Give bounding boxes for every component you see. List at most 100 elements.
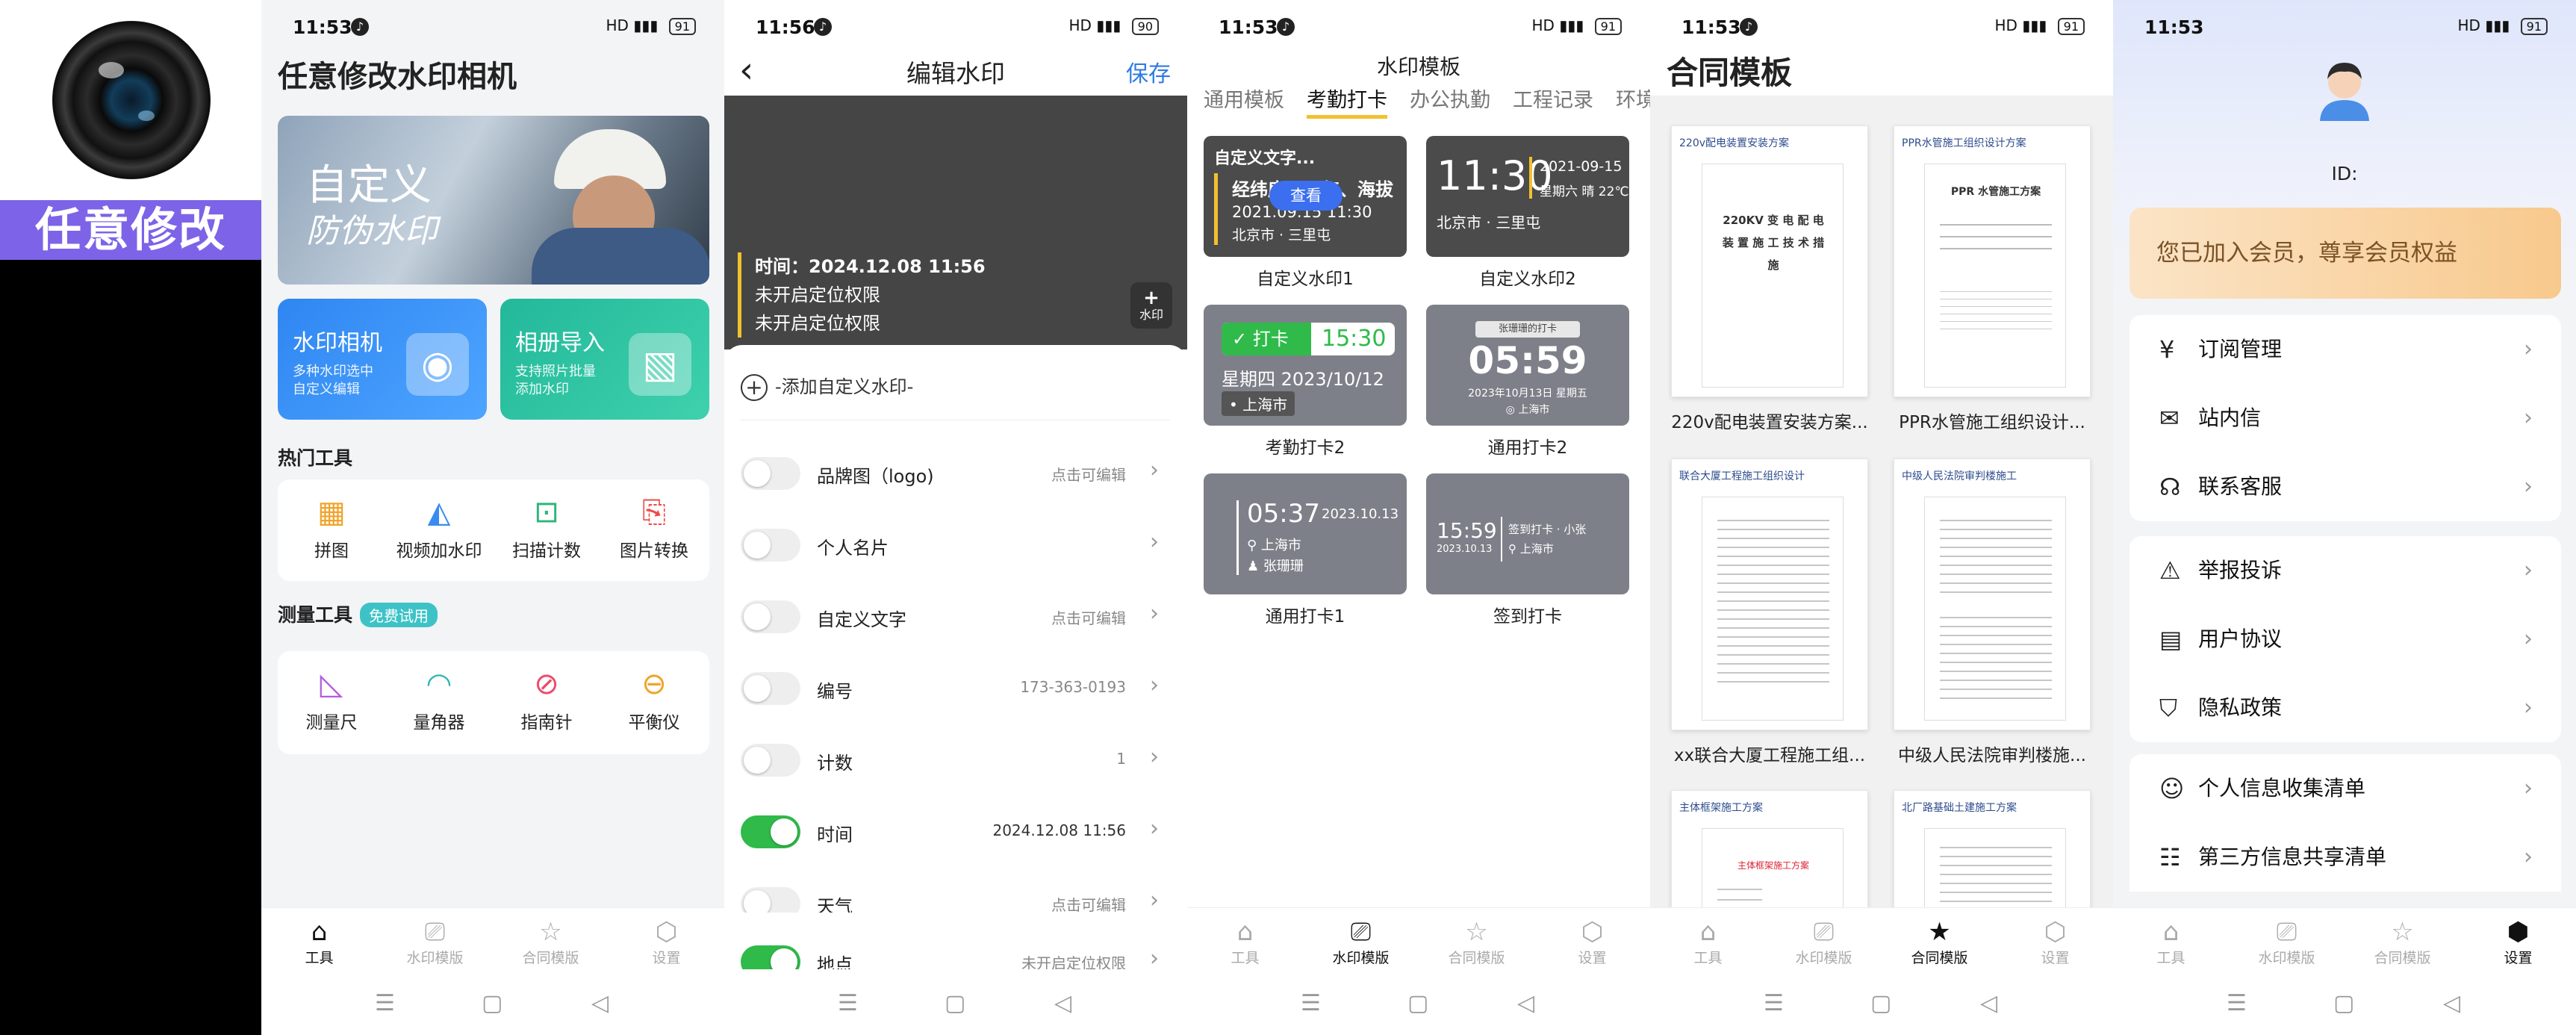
menu-item-third-party[interactable]: ☷ 第三方信息共享清单 › bbox=[2129, 823, 2561, 892]
tab-watermark-template[interactable]: ⎚ 水印模版 bbox=[377, 917, 493, 967]
status-time: 11:53 bbox=[1681, 16, 1741, 38]
contract-doc-4[interactable]: 中级人民法院审判楼施工 中级人民法院审判楼施... bbox=[1894, 459, 2091, 766]
nav-menu-button[interactable]: ☰ bbox=[2227, 990, 2247, 1016]
status-time: 11:53 bbox=[293, 16, 352, 38]
nav-back-button[interactable]: ◁ bbox=[591, 990, 609, 1016]
nav-home-button[interactable]: ▢ bbox=[1407, 990, 1428, 1016]
weather-toggle[interactable] bbox=[741, 887, 800, 913]
tab-settings[interactable]: ⬡ 设置 bbox=[1997, 917, 2113, 967]
tab-tools[interactable]: ⌂ 工具 bbox=[1650, 917, 1766, 967]
nav-back-button[interactable]: ◁ bbox=[1980, 990, 1997, 1016]
option-row-location[interactable]: 地点 未开启定位权限 › bbox=[724, 939, 1187, 969]
hero-banner[interactable]: 自定义 防伪水印 bbox=[278, 116, 709, 285]
tab-contract-template[interactable]: ☆ 合同模版 bbox=[1419, 917, 1534, 967]
menu-item-support[interactable]: ☊ 联系客服 › bbox=[2129, 453, 2561, 521]
tab-watermark-template[interactable]: ⎚ 水印模版 bbox=[1303, 917, 1419, 967]
template-card-attendance2[interactable]: ✓ 打卡 15:30 星期四 2023/10/12 • 上海市 考勤打卡2 bbox=[1204, 305, 1407, 459]
card-toggle[interactable] bbox=[741, 529, 800, 562]
nav-back-button[interactable]: ◁ bbox=[1517, 990, 1534, 1016]
template-card-custom1[interactable]: 自定义文字... 经纬度、天气、海拔 2021.09.15 11:30 北京市 … bbox=[1204, 136, 1407, 290]
tool-image-convert[interactable]: ⎘ 图片转换 bbox=[600, 493, 708, 562]
nav-home-button[interactable]: ▢ bbox=[2333, 990, 2354, 1016]
brand-panel: 任意修改 bbox=[0, 0, 261, 1035]
contract-doc-2[interactable]: PPR水管施工组织设计方案 PPR 水管施工方案 PPR水管施工组织设计... bbox=[1894, 125, 2091, 433]
nav-menu-button[interactable]: ☰ bbox=[1301, 990, 1321, 1016]
count-toggle[interactable] bbox=[741, 744, 800, 777]
nav-home-button[interactable]: ▢ bbox=[1870, 990, 1891, 1016]
template-card-general2[interactable]: 张珊珊的打卡 05:59 2023年10月13日 星期五 ◎ 上海市 通用打卡2 bbox=[1426, 305, 1629, 459]
album-import-card[interactable]: 相册导入 支持照片批量 添加水印 ▧ bbox=[500, 299, 709, 420]
tab-environment[interactable]: 环境 bbox=[1616, 89, 1650, 112]
tab-office-duty[interactable]: 办公执勤 bbox=[1410, 89, 1490, 112]
tab-engineering[interactable]: 工程记录 bbox=[1513, 89, 1593, 112]
option-row-count[interactable]: 计数 1 › bbox=[724, 724, 1187, 796]
free-trial-badge: 免费试用 bbox=[360, 603, 438, 627]
toolbox-icon: ⌂ bbox=[1236, 917, 1254, 947]
add-watermark-button[interactable]: + 水印 bbox=[1130, 282, 1172, 329]
watermark-preview[interactable]: 时间：2024.12.08 11:56 未开启定位权限 未开启定位权限 bbox=[738, 252, 986, 338]
template-card-custom2[interactable]: 11:30 2021-09-15 星期六 晴 22℃ 北京市 · 三里屯 自定义… bbox=[1426, 136, 1629, 290]
watermark-camera-card[interactable]: 水印相机 多种水印选中 自定义编辑 ◉ bbox=[278, 299, 487, 420]
add-custom-watermark-button[interactable]: + -添加自定义水印- bbox=[741, 372, 913, 401]
tab-settings[interactable]: ⬢ 设置 bbox=[2460, 917, 2576, 967]
nav-back-button[interactable]: ◁ bbox=[2443, 990, 2460, 1016]
nav-home-button[interactable]: ▢ bbox=[482, 990, 503, 1016]
tab-tools[interactable]: ⌂ 工具 bbox=[2113, 917, 2229, 967]
tab-attendance[interactable]: 考勤打卡 bbox=[1307, 89, 1387, 119]
tab-tools[interactable]: ⌂ 工具 bbox=[261, 917, 377, 967]
tool-protractor[interactable]: ◠ 量角器 bbox=[385, 665, 493, 733]
option-row-logo[interactable]: 品牌图（logo) 点击可编辑 › bbox=[724, 438, 1187, 509]
tool-video-watermark[interactable]: ◭ 视频加水印 bbox=[385, 493, 493, 562]
template-card-general1[interactable]: 05:37 2023.10.13 ⚲ 上海市 ♟ 张珊珊 通用打卡1 bbox=[1204, 473, 1407, 627]
tab-contract-template[interactable]: ★ 合同模版 bbox=[1882, 917, 1997, 967]
card-subtitle: 支持照片批量 添加水印 bbox=[515, 364, 596, 397]
menu-item-user-agreement[interactable]: ▤ 用户协议 › bbox=[2129, 605, 2561, 674]
chevron-right-icon: › bbox=[1150, 672, 1159, 698]
menu-item-messages[interactable]: ✉ 站内信 › bbox=[2129, 384, 2561, 453]
tool-collage[interactable]: ▦ 拼图 bbox=[278, 493, 385, 562]
menu-item-personal-info[interactable]: ☺ 个人信息收集清单 › bbox=[2129, 754, 2561, 823]
tab-settings[interactable]: ⬡ 设置 bbox=[1534, 917, 1650, 967]
option-row-card[interactable]: 个人名片 › bbox=[724, 509, 1187, 581]
option-row-time[interactable]: 时间 2024.12.08 11:56 › bbox=[724, 796, 1187, 868]
nav-menu-button[interactable]: ☰ bbox=[838, 990, 858, 1016]
tab-settings[interactable]: ⬡ 设置 bbox=[609, 917, 724, 967]
time-toggle[interactable] bbox=[741, 815, 800, 848]
menu-item-privacy[interactable]: ⛉ 隐私政策 › bbox=[2129, 674, 2561, 742]
logo-toggle[interactable] bbox=[741, 457, 800, 490]
number-toggle[interactable] bbox=[741, 672, 800, 705]
avatar[interactable] bbox=[2311, 54, 2378, 121]
save-button[interactable]: 保存 bbox=[1126, 55, 1171, 88]
contract-doc-1[interactable]: 220v配电装置安装方案 220KV 变 电 配 电 装 置 施 工 技 术 措 … bbox=[1671, 125, 1868, 433]
tool-ruler[interactable]: ◺ 测量尺 bbox=[278, 665, 385, 733]
nav-menu-button[interactable]: ☰ bbox=[375, 990, 395, 1016]
tab-tools[interactable]: ⌂ 工具 bbox=[1187, 917, 1303, 967]
menu-item-report[interactable]: ⚠ 举报投诉 › bbox=[2129, 536, 2561, 605]
tab-watermark-template[interactable]: ⎚ 水印模版 bbox=[1766, 917, 1882, 967]
option-row-weather[interactable]: 天气 点击可编辑 › bbox=[724, 868, 1187, 913]
option-row-custom-text[interactable]: 自定义文字 点击可编辑 › bbox=[724, 581, 1187, 653]
tool-scan-count[interactable]: ⊡ 扫描计数 bbox=[493, 493, 600, 562]
tool-level[interactable]: ⊖ 平衡仪 bbox=[600, 665, 708, 733]
nav-menu-button[interactable]: ☰ bbox=[1764, 990, 1784, 1016]
tab-contract-template[interactable]: ☆ 合同模版 bbox=[2345, 917, 2460, 967]
nav-back-button[interactable]: ◁ bbox=[1054, 990, 1071, 1016]
template-card-checkin[interactable]: 15:59 2023.10.13 签到打卡 · 小张 ⚲ 上海市 签到打卡 bbox=[1426, 473, 1629, 627]
view-button[interactable]: 查看 bbox=[1269, 181, 1343, 211]
tab-general[interactable]: 通用模板 bbox=[1204, 89, 1284, 112]
location-toggle[interactable] bbox=[741, 945, 800, 969]
user-id: ID: bbox=[2331, 163, 2358, 184]
option-row-number[interactable]: 编号 173-363-0193 › bbox=[724, 653, 1187, 724]
custom-text-toggle[interactable] bbox=[741, 600, 800, 633]
nav-home-button[interactable]: ▢ bbox=[945, 990, 965, 1016]
tool-compass[interactable]: ⊘ 指南针 bbox=[493, 665, 600, 733]
tab-contract-template[interactable]: ☆ 合同模版 bbox=[493, 917, 609, 967]
contract-doc-3[interactable]: 联合大厦工程施工组织设计 xx联合大厦工程施工组... bbox=[1671, 459, 1868, 766]
doc-thumbnail: 联合大厦工程施工组织设计 bbox=[1671, 459, 1868, 730]
tiktok-icon: ♪ bbox=[814, 18, 832, 36]
gear-icon: ⬡ bbox=[2044, 917, 2067, 947]
tab-watermark-template[interactable]: ⎚ 水印模版 bbox=[2229, 917, 2345, 967]
bottom-tab-bar: ⌂ 工具 ⎚ 水印模版 ☆ 合同模版 ⬡ 设置 bbox=[1187, 907, 1650, 974]
menu-item-subscription[interactable]: ¥ 订阅管理 › bbox=[2129, 315, 2561, 384]
vip-banner[interactable]: 您已加入会员，尊享会员权益 bbox=[2129, 208, 2561, 299]
